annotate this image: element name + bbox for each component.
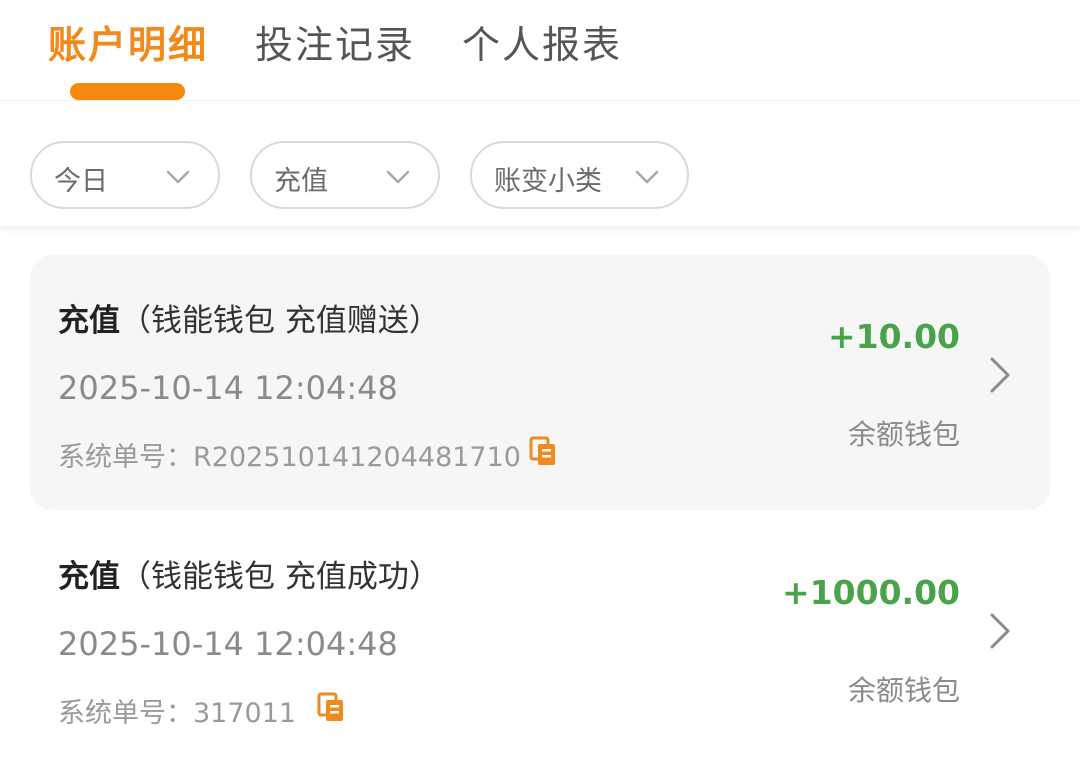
transaction-list: 充值（钱能钱包 充值赠送） 2025-10-14 12:04:48 系统单号：R… <box>0 226 1080 765</box>
transaction-detail: （钱能钱包 充值成功） <box>120 559 440 595</box>
chevron-down-icon <box>635 170 659 184</box>
date-filter-label: 今日 <box>54 166 108 197</box>
active-tab-indicator <box>70 83 185 100</box>
subtype-filter-label: 账变小类 <box>494 166 602 197</box>
transaction-row[interactable]: 充值（钱能钱包 充值成功） 2025-10-14 12:04:48 系统单号：3… <box>30 511 1050 765</box>
filter-bar: 今日 充值 账变小类 <box>0 101 1080 226</box>
tab-betting-records[interactable]: 投注记录 <box>255 14 415 69</box>
wallet-name: 余额钱包 <box>847 674 960 707</box>
transaction-category: 充值 <box>58 303 120 339</box>
order-number: 系统单号：317011 <box>58 691 343 730</box>
transaction-detail: （钱能钱包 充值赠送） <box>120 303 440 339</box>
order-number-value: R202510141204481710 <box>193 442 521 473</box>
chevron-right-icon <box>990 613 1010 649</box>
tab-bar: 账户明细 投注记录 个人报表 <box>0 0 1080 101</box>
transaction-amount: +10.00 <box>827 317 960 356</box>
transaction-time: 2025-10-14 12:04:48 <box>58 369 398 407</box>
type-filter-label: 充值 <box>274 166 328 197</box>
order-number: 系统单号：R202510141204481710 <box>58 435 555 474</box>
chevron-right-icon <box>990 357 1010 393</box>
transaction-row[interactable]: 充值（钱能钱包 充值赠送） 2025-10-14 12:04:48 系统单号：R… <box>30 255 1050 510</box>
order-number-label: 系统单号： <box>58 442 193 473</box>
transaction-amount: +1000.00 <box>782 573 960 612</box>
transaction-category: 充值 <box>58 559 120 595</box>
transaction-time: 2025-10-14 12:04:48 <box>58 625 398 663</box>
copy-icon[interactable] <box>316 691 346 723</box>
transaction-title: 充值（钱能钱包 充值赠送） <box>58 295 440 340</box>
chevron-down-icon <box>166 170 190 184</box>
chevron-down-icon <box>386 170 410 184</box>
copy-icon[interactable] <box>528 435 558 467</box>
transaction-title: 充值（钱能钱包 充值成功） <box>58 551 440 596</box>
order-number-value: 317011 <box>193 698 297 729</box>
type-filter-dropdown[interactable]: 充值 <box>250 141 440 209</box>
wallet-name: 余额钱包 <box>847 418 960 451</box>
date-filter-dropdown[interactable]: 今日 <box>30 141 220 209</box>
order-number-label: 系统单号： <box>58 698 193 729</box>
tab-personal-report[interactable]: 个人报表 <box>462 14 622 69</box>
subtype-filter-dropdown[interactable]: 账变小类 <box>470 141 689 209</box>
tab-account-details[interactable]: 账户明细 <box>48 14 208 69</box>
